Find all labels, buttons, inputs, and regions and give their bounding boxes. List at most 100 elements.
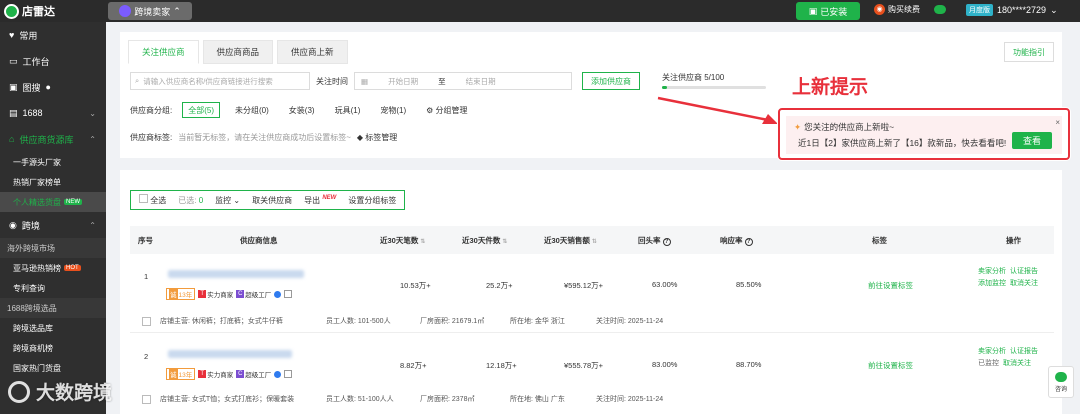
row-checkbox[interactable] <box>142 395 151 404</box>
group-chip[interactable]: 未分组(0) <box>230 102 274 118</box>
watermark-text: 大数跨境 <box>36 383 113 404</box>
feature-guide-button[interactable]: 功能指引 <box>1004 42 1054 62</box>
app-logo[interactable]: 店雷达 <box>4 3 55 19</box>
search-row: ⌕ 请输入供应商名称/供应商链接进行搜索 关注时间 ▦ 开始日期 至 结束日期 … <box>130 72 640 90</box>
supplier-name-blurred[interactable] <box>168 270 304 278</box>
column-header-tags: 标签 <box>872 236 887 245</box>
column-header-pieces[interactable]: 近30天件数 ⇅ <box>462 235 507 246</box>
seller-analysis-link[interactable]: 卖家分析 <box>978 268 1006 275</box>
select-all-checkbox[interactable]: 全选 <box>139 194 166 206</box>
help-icon: ? <box>662 238 671 246</box>
sidebar-subitem[interactable]: 专利查询 <box>0 278 106 298</box>
tab-supplier-new-arrivals[interactable]: 供应商上新 <box>277 40 348 64</box>
row-checkbox[interactable] <box>142 317 151 326</box>
view-button[interactable]: 查看 <box>1012 132 1052 149</box>
set-group-tag-button[interactable]: 设置分组标签 <box>348 195 396 206</box>
date-range-picker[interactable]: ▦ 开始日期 至 结束日期 <box>354 72 572 90</box>
cert-report-link[interactable]: 认证报告 <box>1010 348 1038 355</box>
sidebar-item-label: 跨境 <box>21 220 40 231</box>
unfollow-link[interactable]: 取消关注 <box>1003 360 1031 367</box>
close-icon[interactable]: × <box>1055 118 1060 127</box>
supplier-details: 店铺主营: 女式T恤；女式打底衫；保暖套装 员工人数: 51-100人人 厂房面… <box>130 388 1054 410</box>
factory-icon: C <box>236 370 245 378</box>
unfollow-link[interactable]: 取消关注 <box>1010 280 1038 287</box>
factory-area: 厂房面积: 2378㎡ <box>420 396 475 403</box>
strength-badge: T 实力商家 <box>198 289 233 299</box>
add-monitor-link[interactable]: 添加监控 <box>978 280 1006 287</box>
qrcode-icon[interactable] <box>284 290 293 298</box>
super-factory-badge: C 超级工厂 <box>236 289 271 299</box>
sidebar-item-label: 常用 <box>19 30 38 41</box>
sidebar-subitem-selected[interactable]: 个人精选货盘 NEW <box>0 192 106 212</box>
sidebar-item-favorites[interactable]: ♥ 常用 <box>0 22 106 48</box>
sidebar-item-cross-border[interactable]: ◉ 跨境 ⌃ <box>0 212 106 238</box>
sidebar-subitem[interactable]: 跨境商机榜 <box>0 338 106 358</box>
tag-manage-button[interactable]: ◆ 标签管理 <box>357 132 397 143</box>
column-header-repeat-rate: 回头率? <box>638 235 671 246</box>
cert-report-link[interactable]: 认证报告 <box>1010 268 1038 275</box>
installed-button[interactable]: ▣ 已安装 <box>796 2 860 20</box>
export-button[interactable]: 导出 NEW <box>304 195 336 206</box>
consult-widget[interactable]: 咨询 <box>1048 366 1074 398</box>
popup-body: ✦ 您关注的供应商上新啦~ 近1日【2】家供应商上新了【16】款新品，快去看看吧… <box>786 116 1062 154</box>
column-header-label: 近30天件数 <box>462 236 501 245</box>
sort-icon: ⇅ <box>591 239 597 245</box>
group-chip-all[interactable]: 全部(5) <box>182 102 221 118</box>
sidebar-item-supplier-source[interactable]: ⌂ 供应商货源库 ⌃ <box>0 126 106 152</box>
tab-followed-suppliers[interactable]: 关注供应商 <box>128 40 199 64</box>
unfollow-button[interactable]: 取关供应商 <box>252 195 292 206</box>
sidebar-item-image-search[interactable]: ▣ 图搜 ● <box>0 74 106 100</box>
supplier-badges: 诚 13年 T 实力商家 C 超级工厂 <box>166 368 293 380</box>
group-chip[interactable]: 玩具(1) <box>330 102 366 118</box>
popup-title-row: ✦ 您关注的供应商上新啦~ <box>794 121 894 133</box>
group-manage-button[interactable]: ⚙ 分组管理 <box>421 102 472 118</box>
add-supplier-button[interactable]: 添加供应商 <box>582 72 640 90</box>
set-tag-link[interactable]: 前往设置标签 <box>868 360 913 371</box>
sidebar-item-1688[interactable]: ▤ 1688 ⌄ <box>0 100 106 126</box>
supplier-badges: 诚 13年 T 实力商家 C 超级工厂 <box>166 288 293 300</box>
select-all-label: 全选 <box>150 196 167 205</box>
supplier-name-blurred[interactable] <box>168 350 292 358</box>
cross-seller-switch[interactable]: 跨境卖家 ⌃ <box>108 2 192 20</box>
tab-supplier-products[interactable]: 供应商商品 <box>202 40 274 64</box>
supplier-list-panel: 全选 已选: 0 监控 ⌄ 取关供应商 导出 NEW 设置分组标签 序号 供应商… <box>120 170 1062 414</box>
image-icon: ▣ <box>9 81 18 92</box>
location: 所在地: 金华 浙江 <box>510 318 565 325</box>
staff-count: 员工人数: 101-500人 <box>326 318 391 325</box>
sidebar-subitem[interactable]: 一手源头厂家 <box>0 152 106 172</box>
monitor-dropdown[interactable]: 监控 ⌄ <box>215 195 240 206</box>
user-account[interactable]: 月度版 180****2729 ⌄ <box>966 4 1058 16</box>
set-tag-link[interactable]: 前往设置标签 <box>868 280 913 291</box>
sidebar-subitem[interactable]: 亚马逊热销榜 HOT <box>0 258 106 278</box>
search-input[interactable]: ⌕ 请输入供应商名称/供应商链接进行搜索 <box>130 72 310 90</box>
sidebar-item-workbench[interactable]: ▭ 工作台 <box>0 48 106 74</box>
group-chip[interactable]: 宠物(1) <box>375 102 411 118</box>
tab-bar: 关注供应商 供应商商品 供应商上新 <box>128 40 348 64</box>
renew-button[interactable]: ◉ 购买续费 <box>874 4 920 15</box>
column-header-sales[interactable]: 近30天销售额 ⇅ <box>544 235 597 246</box>
verified-icon <box>274 290 282 298</box>
group-label: 供应商分组: <box>130 105 173 115</box>
chevron-up-icon: ⌃ <box>173 5 181 16</box>
years-badge: 诚 13年 <box>166 368 196 380</box>
chevron-down-icon: ⌄ <box>233 195 241 205</box>
strength-label: 实力商家 <box>207 372 234 379</box>
sidebar-subitem-label: 亚马逊热销榜 <box>13 263 61 273</box>
strength-badge: T 实力商家 <box>198 369 233 379</box>
popup-title: 您关注的供应商上新啦~ <box>804 122 895 132</box>
user-phone: 180****2729 <box>997 5 1047 15</box>
cloud-icon[interactable] <box>934 5 946 14</box>
column-header-orders[interactable]: 近30天笔数 ⇅ <box>380 235 425 246</box>
sidebar-subitem[interactable]: 热销厂家榜单 <box>0 172 106 192</box>
seller-analysis-link[interactable]: 卖家分析 <box>978 348 1006 355</box>
logo-text: 店雷达 <box>22 6 55 18</box>
group-chip[interactable]: 女装(3) <box>284 102 320 118</box>
sidebar-subitem[interactable]: 跨境选品库 <box>0 318 106 338</box>
sidebar-subitem[interactable]: 国家热门货盘 <box>0 358 106 378</box>
column-header-label: 近30天笔数 <box>380 236 419 245</box>
sidebar-group-label: 1688跨境选品 <box>0 298 106 318</box>
chevron-up-icon: ⌃ <box>89 134 96 144</box>
orders-value: 8.82万+ <box>400 361 427 370</box>
qrcode-icon[interactable] <box>284 370 293 378</box>
new-badge: NEW <box>64 199 82 205</box>
